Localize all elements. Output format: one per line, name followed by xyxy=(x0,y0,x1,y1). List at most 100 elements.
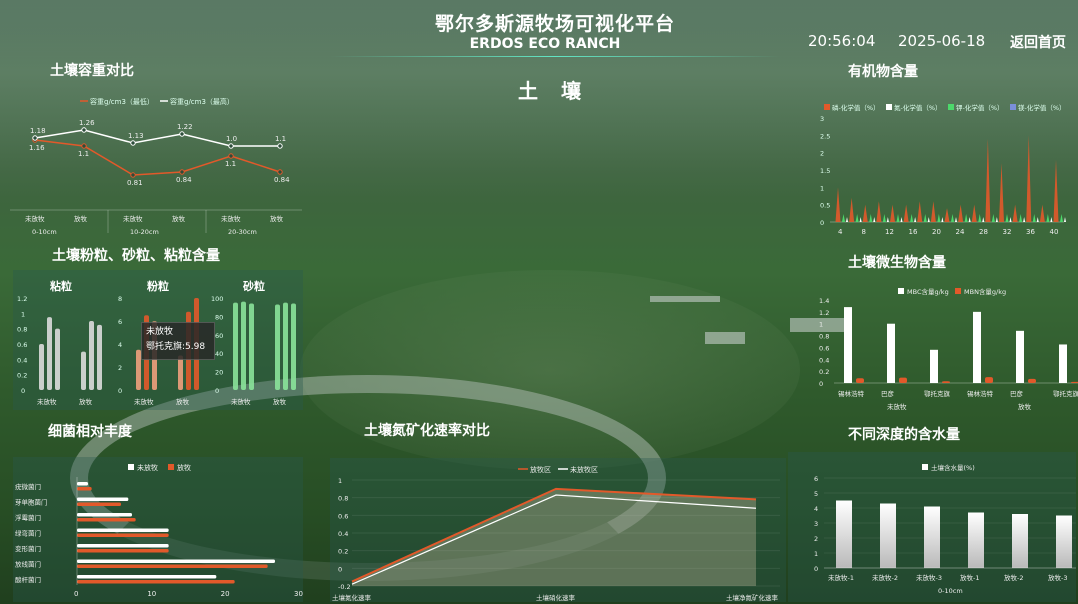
y-tick-label: 疣微菌门 xyxy=(15,482,41,491)
y-tick-label: 放线菌门 xyxy=(15,560,41,569)
y-tick-label: 0.8 xyxy=(338,495,348,503)
bar-mbc xyxy=(844,307,852,383)
bar-a xyxy=(77,482,88,486)
bar xyxy=(241,301,246,390)
x-tick-label: 30 xyxy=(294,590,303,598)
spike-potassium xyxy=(1005,214,1009,222)
bar xyxy=(1056,515,1072,568)
y-tick-label: 0.6 xyxy=(819,344,829,352)
y-tick-label: 40 xyxy=(215,350,223,358)
bar xyxy=(968,512,984,568)
data-label: 1.1 xyxy=(275,135,286,143)
bar-b xyxy=(77,518,136,522)
y-tick-label: 0.5 xyxy=(820,202,830,210)
y-tick-label: 0.2 xyxy=(819,368,829,376)
x-tick-label: 未放牧 xyxy=(37,397,57,406)
data-label: 1.1 xyxy=(78,150,89,158)
x-tick-label: 放牧 xyxy=(172,214,186,223)
data-label: 0.81 xyxy=(127,179,143,187)
bacteria-chart: 未放牧 放牧疣微菌门芽单胞菌门浮霉菌门绿弯菌门变形菌门放线菌门酸杆菌门 0 10 20 3… xyxy=(15,463,303,598)
bar xyxy=(924,506,940,568)
bar-a xyxy=(77,513,132,517)
texture-title: 土壤粉粒、砂粒、粘粒含量 xyxy=(52,248,220,264)
data-label: 1.1 xyxy=(225,160,236,168)
legend-label: 氮-化学值（%） xyxy=(894,103,942,112)
x-tick-label: 10 xyxy=(147,590,156,598)
tooltip-value: 鄂托克旗:5.98 xyxy=(146,342,206,352)
spike-phosphorus xyxy=(890,204,895,222)
y-tick-label: 5 xyxy=(814,490,818,498)
y-tick-label: 1.2 xyxy=(17,295,27,303)
clock-time: 20:56:04 xyxy=(808,32,876,50)
spike-nitrogen xyxy=(846,217,848,222)
bar xyxy=(275,304,280,390)
back-home-button[interactable]: 返回首页 xyxy=(1010,32,1066,52)
x-tick-label: 8 xyxy=(862,228,866,236)
legend-swatch xyxy=(886,104,892,110)
y-tick-label: 0 xyxy=(215,387,219,395)
spike-phosphorus xyxy=(835,187,841,222)
y-tick-label: 1 xyxy=(338,477,342,485)
spike-potassium xyxy=(1032,214,1036,222)
x-tick-label: 24 xyxy=(956,228,965,236)
bulk-density-title: 土壤容重对比 xyxy=(50,63,134,79)
data-point xyxy=(130,140,136,146)
microbes-chart: MBC含量g/kg MBN含量g/kg 1.4 1.2 1 0.8 0.6 0.4 0.2 0 锡林… xyxy=(819,287,1078,411)
bar-mbn xyxy=(1028,378,1036,383)
y-tick-label: 芽单胞菌门 xyxy=(15,498,48,507)
x-tick-label: 放牧 xyxy=(176,397,190,406)
group-label: 未放牧 xyxy=(887,402,907,411)
y-tick-label: 浮霉菌门 xyxy=(15,513,41,522)
y-tick-label: 100 xyxy=(211,295,223,303)
y-tick-label: 8 xyxy=(118,295,122,303)
y-tick-label: 2 xyxy=(118,364,122,372)
legend-swatch-a xyxy=(128,464,134,470)
spike-potassium xyxy=(1046,214,1050,222)
bar-b xyxy=(77,580,235,584)
y-tick-label: 0.4 xyxy=(819,356,829,364)
data-point xyxy=(277,169,283,175)
y-tick-label: 2 xyxy=(814,535,818,543)
spike-potassium xyxy=(1019,214,1023,222)
spike-phosphorus xyxy=(1026,135,1032,222)
moisture-chart: 土壤含水量(%) 6 5 4 3 2 1 0 未放牧-1 未放牧-2 未放牧-3 放牧-1 放牧-2 放牧… xyxy=(814,463,1076,595)
spike-nitrogen xyxy=(886,217,889,222)
y-tick-label: 0.2 xyxy=(338,548,348,556)
spike-potassium xyxy=(964,214,968,222)
spike-potassium xyxy=(923,214,927,222)
microbes-title: 土壤微生物含量 xyxy=(848,255,946,271)
data-point xyxy=(179,131,185,137)
y-tick-label: 1 xyxy=(819,321,823,329)
x-tick-label: 16 xyxy=(909,228,918,236)
y-tick-label: 1 xyxy=(21,310,25,318)
bar-b xyxy=(77,549,169,553)
x-tick-label: 锡林浩特 xyxy=(838,389,865,398)
bar xyxy=(233,302,238,390)
spike-phosphorus xyxy=(917,201,923,222)
y-tick-label: 0 xyxy=(819,380,823,388)
spike-phosphorus xyxy=(903,204,909,222)
spike-potassium xyxy=(978,214,982,222)
x-tick-label: 放牧-1 xyxy=(960,573,979,582)
data-point xyxy=(81,127,87,133)
x-tick-label: 放牧 xyxy=(74,214,88,223)
y-tick-label: 4 xyxy=(118,341,122,349)
x-tick-label: 未放牧-3 xyxy=(916,573,942,582)
legend-swatch xyxy=(948,104,954,110)
bar-a xyxy=(77,497,129,501)
data-point xyxy=(228,143,234,149)
bar xyxy=(97,324,102,390)
x-tick-label: 土壤净氮矿化速率 xyxy=(726,593,779,602)
data-point xyxy=(32,135,38,141)
y-tick-label: 6 xyxy=(814,475,818,483)
bar-mbn xyxy=(899,377,907,383)
spike-potassium xyxy=(869,214,873,222)
data-label: 1.0 xyxy=(226,135,237,143)
data-point xyxy=(277,143,283,149)
spike-potassium xyxy=(951,214,954,222)
data-label: 0.84 xyxy=(274,176,290,184)
legend-label: 钾-化学值（%） xyxy=(956,103,1004,112)
spike-phosphorus xyxy=(862,204,868,222)
group-label: 0-10cm xyxy=(938,587,963,595)
x-tick-label: 放牧-3 xyxy=(1048,573,1067,582)
